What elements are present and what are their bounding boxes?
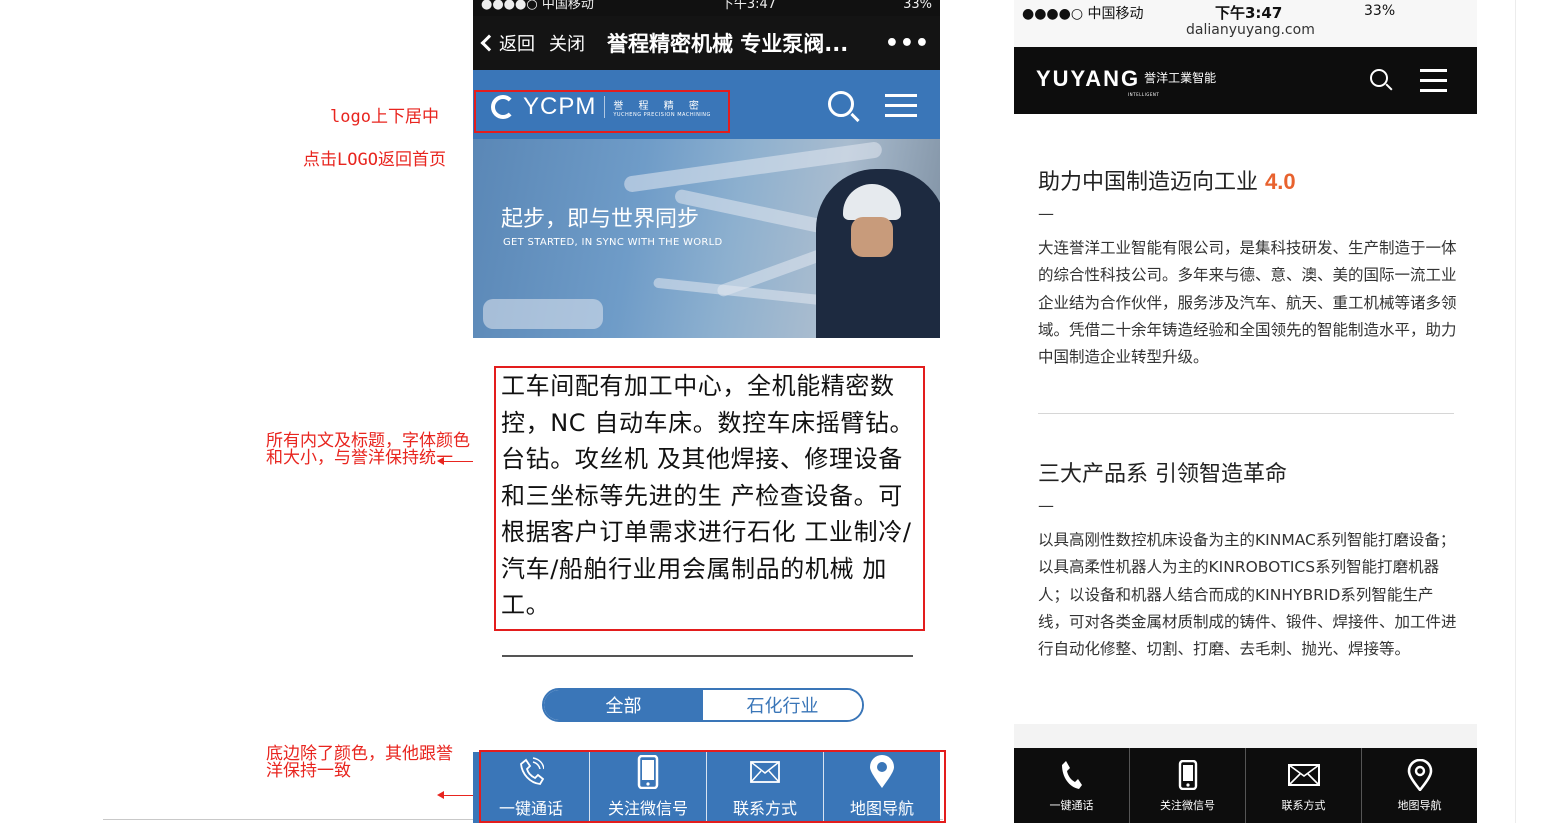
banner-slogan-en: GET STARTED, IN SYNC WITH THE WORLD bbox=[503, 237, 723, 248]
more-menu-button[interactable]: ••• bbox=[885, 31, 930, 56]
category-tabs: 全部 石化行业 bbox=[542, 688, 864, 722]
right-footer-bar: 一键通话 关注微信号 联系方式 地图导航 bbox=[1014, 748, 1477, 823]
section-divider bbox=[1038, 413, 1454, 414]
face-image bbox=[851, 217, 893, 257]
footer-label: 联系方式 bbox=[1281, 799, 1326, 812]
right-phone-screen: ●●●●○ 中国移动 下午3:47 33% dalianyuyang.com Y… bbox=[1014, 0, 1477, 823]
chevron-left-icon bbox=[480, 34, 498, 52]
url-bar[interactable]: dalianyuyang.com bbox=[1186, 22, 1315, 38]
footer-label: 地图导航 bbox=[1397, 799, 1442, 812]
site-header: YUYANG 誉洋工業智能 INTELLIGENT bbox=[1014, 47, 1477, 114]
section-title-text: 助力中国制造迈向工业 bbox=[1038, 170, 1259, 195]
footer-label: 关注微信号 bbox=[1160, 799, 1215, 812]
status-carrier: ●●●●○ 中国移动 bbox=[481, 0, 594, 12]
annotation-logo-center: logo上下居中 bbox=[330, 107, 439, 127]
status-carrier: ●●●●○ 中国移动 bbox=[1022, 6, 1144, 22]
annotation-footer-style: 底边除了颜色，其他跟誉洋保持一致 bbox=[266, 744, 453, 781]
highlight-box-text bbox=[494, 366, 925, 631]
phone-icon bbox=[1061, 757, 1083, 793]
comparison-canvas: logo上下居中 点击LOGO返回首页 所有内文及标题，字体颜色和大小，与誉洋保… bbox=[0, 0, 1552, 823]
mail-icon bbox=[1287, 757, 1320, 793]
footer-call-button[interactable]: 一键通话 bbox=[1014, 748, 1130, 823]
section-title-accent: 4.0 bbox=[1265, 169, 1296, 194]
hero-banner: 起步，即与世界同步 GET STARTED, IN SYNC WITH THE … bbox=[473, 139, 940, 338]
wechat-nav-bar: 返回 关闭 誉程精密机械 专业泵阀... ••• bbox=[473, 16, 940, 70]
section-body: 大连誉洋工业智能有限公司，是集科技研发、生产制造于一体的综合性科技公司。多年来与… bbox=[1038, 239, 1457, 367]
logo-sub: INTELLIGENT bbox=[1128, 92, 1160, 97]
logo[interactable]: YUYANG 誉洋工業智能 INTELLIGENT bbox=[1036, 66, 1217, 98]
footer-label: 一键通话 bbox=[1049, 799, 1094, 812]
status-battery: 33% bbox=[903, 0, 932, 12]
status-bar: ●●●●○ 中国移动 下午3:47 33% dalianyuyang.com bbox=[1014, 0, 1477, 47]
banner-slogan-cn: 起步，即与世界同步 bbox=[501, 207, 700, 232]
menu-icon[interactable] bbox=[885, 94, 917, 118]
search-icon[interactable] bbox=[828, 91, 854, 117]
back-button[interactable]: 返回 bbox=[480, 30, 535, 56]
close-button[interactable]: 关闭 bbox=[549, 30, 585, 56]
section-dash: — bbox=[1038, 204, 1054, 223]
content-area: 助力中国制造迈向工业 4.0 — 大连誉洋工业智能有限公司，是集科技研发、生产制… bbox=[1014, 114, 1477, 724]
about-section: 助力中国制造迈向工业 4.0 — 大连誉洋工业智能有限公司，是集科技研发、生产制… bbox=[1038, 164, 1458, 371]
status-time: 下午3:47 bbox=[1215, 4, 1283, 22]
section-title: 助力中国制造迈向工业 4.0 bbox=[1038, 164, 1458, 196]
footer-contact-button[interactable]: 联系方式 bbox=[1246, 748, 1362, 823]
logo-text: YUYANG bbox=[1036, 66, 1141, 91]
footer-wechat-button[interactable]: 关注微信号 bbox=[1130, 748, 1246, 823]
mobile-icon bbox=[1178, 757, 1198, 793]
highlight-box-logo bbox=[474, 90, 730, 133]
annotation-logo-home: 点击LOGO返回首页 bbox=[303, 150, 446, 170]
section-title: 三大产品系 引领智造革命 bbox=[1038, 462, 1287, 487]
menu-icon[interactable] bbox=[1420, 69, 1447, 92]
logo-cn: 誉洋工業智能 bbox=[1144, 71, 1217, 85]
tab-petrochemical[interactable]: 石化行业 bbox=[703, 690, 862, 720]
status-battery: 33% bbox=[1364, 3, 1396, 19]
status-time: 下午3:47 bbox=[720, 0, 777, 12]
background-edge bbox=[1515, 0, 1552, 823]
tab-all[interactable]: 全部 bbox=[544, 690, 703, 720]
highlight-box-footer bbox=[479, 750, 946, 823]
status-bar: ●●●●○ 中国移动 下午3:47 33% bbox=[473, 0, 940, 16]
search-icon[interactable] bbox=[1370, 69, 1388, 87]
footer-map-button[interactable]: 地图导航 bbox=[1362, 748, 1477, 823]
content-divider bbox=[502, 655, 913, 657]
map-pin-icon bbox=[1407, 757, 1433, 793]
section-dash: — bbox=[1038, 496, 1054, 515]
back-label: 返回 bbox=[499, 34, 535, 55]
page-title: 誉程精密机械 专业泵阀... bbox=[607, 32, 849, 56]
section-body: 以具高刚性数控机床设备为主的KINMAC系列智能打磨设备；以具高柔性机器人为主的… bbox=[1038, 531, 1457, 659]
products-section: 三大产品系 引领智造革命 — 以具高刚性数控机床设备为主的KINMAC系列智能打… bbox=[1038, 456, 1458, 663]
